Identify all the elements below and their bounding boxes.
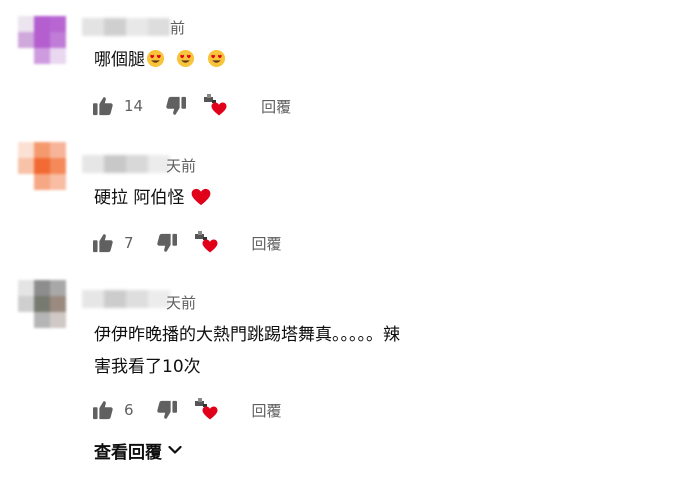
comment-text-line: 害我看了10次 [94,357,201,377]
comment-text-content: 硬拉 阿伯怪 [94,188,185,208]
view-replies-label: 查看回覆 [94,442,162,463]
avatar[interactable] [18,280,82,344]
comment-text: 哪個腿 [94,44,226,79]
creator-heart-badge [201,93,231,119]
thumbs-up-icon [93,234,113,253]
thumbs-up-icon [93,97,113,116]
reply-button[interactable]: 回覆 [252,400,282,421]
view-replies-button[interactable]: 查看回覆 [94,437,182,463]
heart-icon [202,239,218,253]
chevron-down-icon [168,445,182,454]
like-count: 6 [124,401,134,419]
heart-eyes-emoji [207,47,226,79]
reply-button[interactable]: 回覆 [261,96,291,117]
reply-button[interactable]: 回覆 [252,233,282,254]
thumbs-up-icon [93,401,113,420]
comment-text: 伊伊昨晚播的大熱門跳踢塔舞真。。。。。辣 害我看了10次 [94,319,400,383]
comment-actions: 7 回覆 [92,229,282,257]
comment-timestamp: 天前 [166,157,197,175]
thumbs-down-icon [156,400,177,419]
heart-eyes-emoji [176,47,195,79]
like-count: 14 [124,97,144,115]
creator-heart-badge [192,230,222,256]
comment-text-line: 伊伊昨晚播的大熱門跳踢塔舞真。。。。。辣 [94,325,400,345]
dislike-button[interactable] [165,96,187,116]
dislike-button[interactable] [156,233,178,253]
thumbs-down-icon [156,233,177,252]
heart-icon [211,102,227,116]
comments-section: 前 哪個腿 14 回覆 天前 硬拉 阿伯怪 7 回覆 天前 伊伊昨晚播的大熱門跳… [0,0,700,495]
comment-text-content: 哪個腿 [94,50,145,70]
like-button[interactable]: 6 [92,400,134,420]
creator-heart-badge [192,397,222,423]
avatar[interactable] [18,16,82,80]
author-name-redacted[interactable] [82,18,170,36]
dislike-button[interactable] [156,400,178,420]
author-name-redacted[interactable] [82,290,170,308]
thumbs-down-icon [166,96,187,115]
comment-timestamp: 前 [170,19,186,37]
avatar[interactable] [18,142,82,206]
comment-actions: 14 回覆 [92,92,291,120]
heart-icon [202,406,218,420]
like-button[interactable]: 14 [92,96,143,116]
comment-text: 硬拉 阿伯怪 [94,182,211,217]
author-name-redacted[interactable] [82,155,170,173]
red-heart-emoji [191,185,211,217]
heart-eyes-emoji [146,47,165,79]
comment-timestamp: 天前 [166,294,197,312]
like-count: 7 [124,234,134,252]
like-button[interactable]: 7 [92,233,134,253]
comment-actions: 6 回覆 [92,396,282,424]
